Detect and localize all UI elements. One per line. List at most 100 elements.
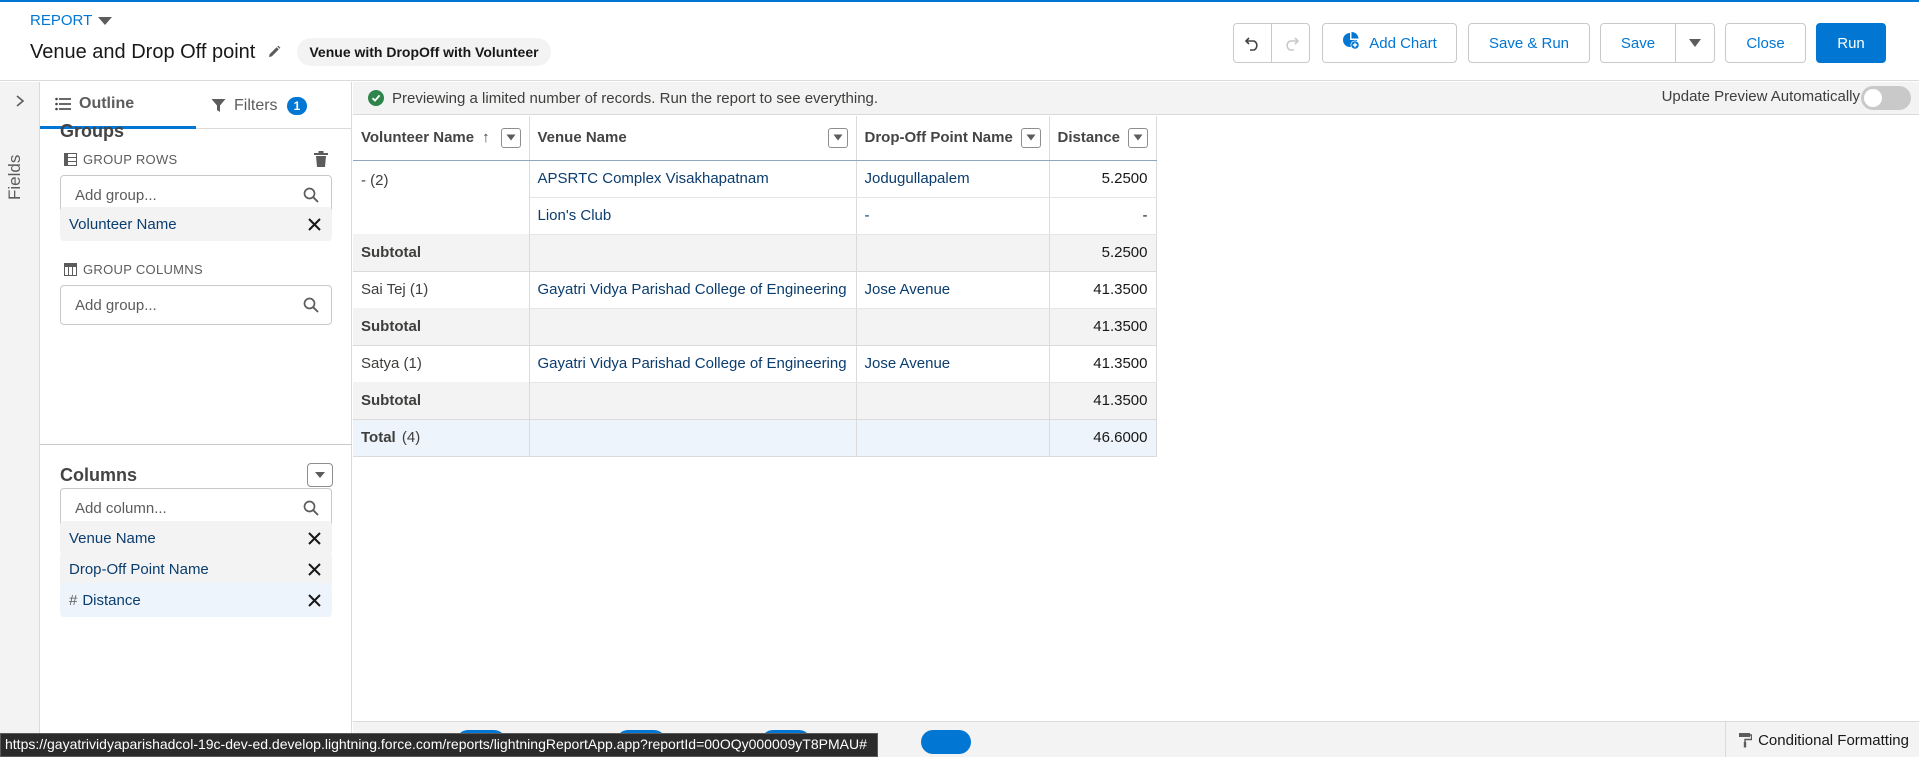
total-label-cell: Total (4) xyxy=(353,418,530,457)
empty-cell xyxy=(529,308,857,346)
column-item[interactable]: Drop-Off Point Name xyxy=(60,552,332,586)
add-column-group-search[interactable] xyxy=(60,285,332,325)
caret-down-icon xyxy=(315,472,325,478)
conditional-formatting-label: Conditional Formatting xyxy=(1758,731,1909,749)
subtotal-label: Subtotal xyxy=(353,308,530,346)
subtotal-value: 41.3500 xyxy=(1049,382,1157,420)
report-type-menu[interactable]: REPORT xyxy=(30,12,113,29)
tab-filters-label: Filters xyxy=(234,96,278,114)
paint-roller-icon xyxy=(1739,733,1753,748)
distance-cell: 41.3500 xyxy=(1049,344,1157,383)
undo-button[interactable] xyxy=(1233,23,1272,63)
group-columns-label: GROUP COLUMNS xyxy=(64,262,203,277)
empty-cell xyxy=(529,418,857,457)
panel-divider xyxy=(40,444,352,445)
redo-icon xyxy=(1285,37,1299,51)
search-icon xyxy=(303,500,319,516)
group-rows-icon xyxy=(64,153,77,166)
drop-off-cell: Jodugullapalem xyxy=(856,160,1050,198)
group-rows-label: GROUP ROWS xyxy=(64,152,178,167)
add-column-group-input[interactable] xyxy=(75,296,303,314)
column-header-volunteer-name[interactable]: Volunteer Name ↑ xyxy=(353,116,530,161)
column-menu-button[interactable] xyxy=(1127,127,1148,148)
subtotal-row: Subtotal 5.2500 xyxy=(353,234,1157,272)
column-header-venue-name[interactable]: Venue Name xyxy=(529,116,857,161)
venue-cell: Gayatri Vidya Parishad College of Engine… xyxy=(529,270,857,309)
column-menu-button[interactable] xyxy=(500,127,521,148)
subtotal-label: Subtotal xyxy=(353,234,530,272)
remove-icon[interactable] xyxy=(306,530,322,546)
report-title: Venue and Drop Off point xyxy=(30,40,256,63)
columns-menu-button[interactable] xyxy=(307,463,333,487)
subtotal-label: Subtotal xyxy=(353,382,530,420)
distance-cell: - xyxy=(1049,197,1157,235)
remove-icon[interactable] xyxy=(306,561,322,577)
table-header-row: Volunteer Name ↑ Venue Name Drop-Off Poi… xyxy=(353,116,1157,161)
report-type-badge: Venue with DropOff with Volunteer xyxy=(297,38,551,66)
table-row: Satya (1) Gayatri Vidya Parishad College… xyxy=(353,344,1157,383)
add-column-input[interactable] xyxy=(75,499,303,517)
search-icon xyxy=(303,187,319,203)
chevron-right-icon[interactable] xyxy=(13,94,27,108)
caret-down-icon xyxy=(1026,134,1035,141)
add-chart-button[interactable]: Add Chart xyxy=(1322,23,1457,63)
trash-icon[interactable] xyxy=(313,150,329,168)
row-group-label: Volunteer Name xyxy=(69,215,177,233)
column-header-label: Venue Name xyxy=(537,129,627,147)
caret-down-icon xyxy=(1133,134,1142,141)
fields-label[interactable]: Fields xyxy=(5,140,25,200)
close-button[interactable]: Close xyxy=(1725,23,1806,63)
group-label: Satya (1) xyxy=(353,344,530,382)
column-header-distance[interactable]: Distance xyxy=(1049,116,1157,161)
tab-filters[interactable]: Filters 1 xyxy=(196,82,352,129)
distance-cell: 41.3500 xyxy=(1049,270,1157,309)
sort-ascending-icon[interactable]: ↑ xyxy=(482,129,490,146)
remove-icon[interactable] xyxy=(306,216,322,232)
conditional-formatting-button[interactable]: Conditional Formatting xyxy=(1725,722,1919,757)
group-label: - (2) xyxy=(353,160,530,234)
total-count: (4) xyxy=(401,429,421,446)
auto-update-toggle[interactable] xyxy=(1861,86,1911,110)
column-item[interactable]: Venue Name xyxy=(60,521,332,555)
caret-down-icon xyxy=(833,134,842,141)
fields-rail[interactable]: Fields xyxy=(0,82,40,757)
column-menu-button[interactable] xyxy=(1020,127,1041,148)
drop-off-cell: Jose Avenue xyxy=(856,344,1050,383)
title-row: Venue and Drop Off point Venue with Drop… xyxy=(30,38,551,66)
save-button[interactable]: Save xyxy=(1600,23,1676,63)
tab-outline-label: Outline xyxy=(79,95,135,112)
list-icon xyxy=(55,97,71,111)
column-item[interactable]: # Distance xyxy=(60,583,332,617)
column-menu-button[interactable] xyxy=(827,127,848,148)
auto-update-label: Update Preview Automatically xyxy=(1661,88,1860,105)
distance-cell: 5.2500 xyxy=(1049,160,1157,198)
run-button[interactable]: Run xyxy=(1816,23,1886,63)
subtotal-row: Subtotal 41.3500 xyxy=(353,308,1157,346)
save-menu-button[interactable] xyxy=(1675,23,1715,63)
undo-icon xyxy=(1244,37,1258,51)
drop-off-cell: - xyxy=(856,197,1050,235)
empty-cell xyxy=(856,308,1050,346)
outline-panel: Outline Filters 1 Groups GROUP ROWS Volu… xyxy=(40,82,352,757)
caret-down-icon xyxy=(506,134,515,141)
pencil-icon[interactable] xyxy=(265,43,283,61)
add-row-group-input[interactable] xyxy=(75,186,303,204)
subtotal-value: 41.3500 xyxy=(1049,308,1157,346)
group-rows-text: GROUP ROWS xyxy=(83,152,178,167)
drop-off-cell: Jose Avenue xyxy=(856,270,1050,309)
preview-message: Previewing a limited number of records. … xyxy=(392,89,879,107)
row-group-item[interactable]: Volunteer Name xyxy=(60,207,332,241)
caret-down-icon xyxy=(1689,39,1701,47)
grand-total-toggle[interactable] xyxy=(921,730,971,754)
save-and-run-button[interactable]: Save & Run xyxy=(1468,23,1590,63)
remove-icon[interactable] xyxy=(306,592,322,608)
venue-cell: Gayatri Vidya Parishad College of Engine… xyxy=(529,344,857,383)
column-header-drop-off-point-name[interactable]: Drop-Off Point Name xyxy=(856,116,1050,161)
subtotal-row: Subtotal 41.3500 xyxy=(353,382,1157,420)
column-label: Distance xyxy=(82,591,141,609)
report-table: Volunteer Name ↑ Venue Name Drop-Off Poi… xyxy=(353,116,1157,457)
report-type-label: REPORT xyxy=(30,12,93,29)
numeric-field-icon: # xyxy=(69,591,78,609)
column-label: Venue Name xyxy=(69,529,156,547)
redo-button[interactable] xyxy=(1271,23,1310,63)
